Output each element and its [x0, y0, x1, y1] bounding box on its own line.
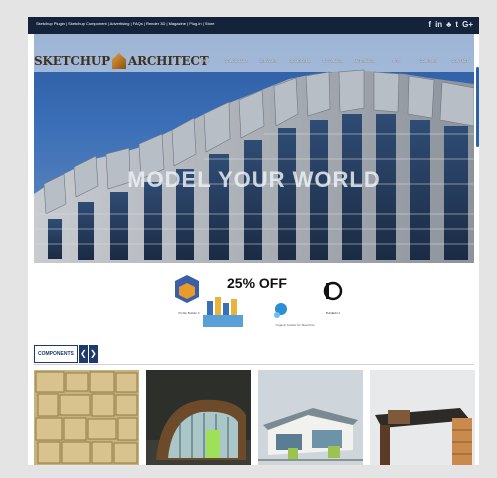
promo-product-right: BuildEdit 2	[325, 311, 341, 315]
promo-discount: 25% OFF	[227, 275, 287, 291]
nav-downloads[interactable]: DOWNLOADS	[220, 59, 252, 63]
promo-product-center: Organic Toolset for SketchUp	[275, 323, 315, 327]
top-bar: Sketchup Plugin | Sketchup Component | A…	[28, 17, 479, 34]
components-carousel	[34, 370, 475, 465]
nav-home[interactable]: HOME	[188, 59, 220, 63]
social-links: f in ♣ t G+	[428, 19, 473, 31]
github-icon[interactable]: ♣	[446, 19, 451, 31]
facebook-icon[interactable]: f	[428, 19, 431, 31]
nav-tips[interactable]: TIPS	[380, 59, 412, 63]
component-thumb-curved-pavilion[interactable]	[146, 370, 251, 465]
components-label: COMPONENTS	[34, 345, 78, 363]
prev-arrow-icon[interactable]: ❮	[78, 345, 88, 363]
component-thumb-cantilever[interactable]	[370, 370, 475, 465]
main-nav: HOME DOWNLOADS SERVICES 3D MODELS TUTORI…	[188, 59, 476, 63]
googleplus-icon[interactable]: G+	[462, 19, 473, 31]
linkedin-icon[interactable]: in	[435, 19, 442, 31]
component-thumb-stone-wall[interactable]	[34, 370, 139, 465]
nav-courses[interactable]: COURSES	[412, 59, 444, 63]
promo-product-left: Profile Builder 2	[178, 311, 200, 315]
nav-3d-models[interactable]: 3D MODELS	[284, 59, 316, 63]
nav-contact[interactable]: CONTACT	[444, 59, 476, 63]
promo-banner[interactable]: 25% OFF Profile Builder 2 BuildEdit 2 Or…	[173, 271, 343, 331]
top-links[interactable]: Sketchup Plugin | Sketchup Component | A…	[36, 21, 214, 26]
twitter-icon[interactable]: t	[455, 19, 458, 31]
logo-text-left: SKETCHUP	[34, 54, 110, 68]
website-page: Sketchup Plugin | Sketchup Component | A…	[28, 17, 479, 465]
nav-materials[interactable]: MATERIALS	[348, 59, 380, 63]
nav-services[interactable]: SERVICES	[252, 59, 284, 63]
next-arrow-icon[interactable]: ❯	[88, 345, 98, 363]
nav-tutorials[interactable]: TUTORIALS	[316, 59, 348, 63]
page-scrollbar[interactable]	[476, 67, 479, 147]
components-header: COMPONENTS ❮ ❯	[34, 345, 98, 363]
house-icon	[111, 53, 126, 69]
components-divider	[34, 364, 474, 365]
hero-title: MODEL YOUR WORLD	[127, 167, 381, 192]
component-thumb-modern-house[interactable]	[258, 370, 363, 465]
site-logo[interactable]: SKETCHUP ARCHITECT	[34, 53, 209, 69]
